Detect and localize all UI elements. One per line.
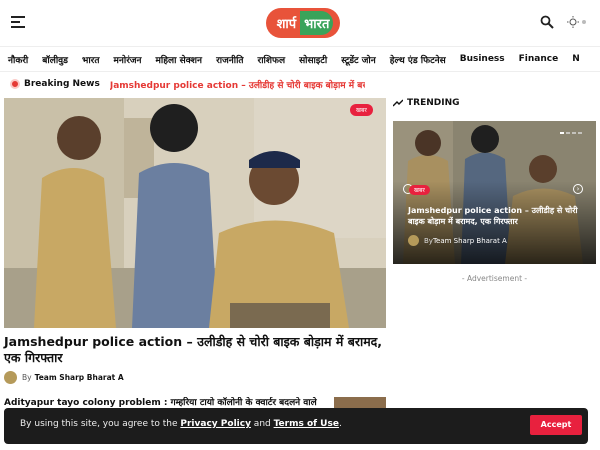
advertisement-label: - Advertisement -	[461, 274, 528, 283]
privacy-policy-link[interactable]: Privacy Policy	[180, 419, 251, 429]
nav-item[interactable]: हेल्थ एंड फिटनेस	[390, 53, 446, 66]
search-icon[interactable]	[540, 15, 554, 29]
nav-item[interactable]: नौकरी	[8, 53, 28, 66]
breaking-label: Breaking News	[24, 79, 100, 89]
hero-author: By Team Sharp Bharat A	[4, 371, 124, 384]
nav-item[interactable]: बॉलीवुड	[42, 53, 68, 66]
site-logo[interactable]: शार्प भारत	[266, 8, 340, 38]
trending-title-link[interactable]: Jamshedpur police action – उलीडीह से चोर…	[408, 205, 586, 227]
nav-item[interactable]: स्टूडेंट जोन	[341, 53, 376, 66]
cookie-text-and: and	[250, 419, 274, 429]
nav-item[interactable]: Business	[460, 54, 505, 64]
logo-right-text: भारत	[300, 11, 334, 35]
cookie-text-prefix: By using this site, you agree to the	[20, 419, 181, 429]
menu-icon[interactable]	[11, 16, 25, 28]
trending-label: TRENDING	[407, 98, 460, 108]
breaking-news-bar: Breaking News Jamshedpur police action –…	[10, 76, 365, 92]
hero-image[interactable]	[4, 98, 386, 328]
nav-item[interactable]: महिला सेक्शन	[156, 53, 203, 66]
author-prefix: By	[424, 236, 433, 245]
hero-title-link[interactable]: Jamshedpur police action – उलीडीह से चोर…	[4, 334, 388, 366]
terms-of-use-link[interactable]: Terms of Use	[274, 419, 339, 429]
nav-item[interactable]: राशिफल	[258, 53, 286, 66]
site-header: शार्प भारत	[0, 0, 600, 46]
avatar[interactable]	[4, 371, 17, 384]
cookie-message: By using this site, you agree to the Pri…	[20, 419, 342, 429]
nav-item[interactable]: N	[572, 54, 580, 64]
nav-item[interactable]: सोसाइटी	[299, 53, 327, 66]
logo-left-text: शार्प	[276, 17, 297, 32]
breaking-headline-link[interactable]: Jamshedpur police action – उलीडीह से चोर…	[110, 78, 365, 91]
author-name-link[interactable]: Team Sharp Bharat A	[35, 373, 124, 382]
trending-icon	[393, 99, 403, 107]
author-prefix: By	[22, 373, 32, 382]
theme-toggle-icon[interactable]	[566, 15, 588, 29]
author-name-link[interactable]: Team Sharp Bharat A	[433, 237, 507, 245]
cookie-consent-banner: By using this site, you agree to the Pri…	[4, 408, 588, 444]
carousel-dots[interactable]	[560, 132, 584, 134]
accept-button[interactable]: Accept	[530, 415, 582, 435]
trending-header: TRENDING	[393, 98, 460, 108]
nav-item[interactable]: भारत	[82, 53, 99, 66]
trending-category-badge[interactable]: खबर	[409, 185, 430, 195]
trending-author: By Team Sharp Bharat A	[408, 235, 507, 246]
nav-item[interactable]: राजनीति	[216, 53, 243, 66]
carousel-next-icon[interactable]: ›	[573, 184, 583, 194]
hero-category-badge[interactable]: खबर	[350, 104, 373, 116]
nav-item[interactable]: Finance	[519, 54, 559, 64]
category-nav: नौकरी बॉलीवुड भारत मनोरंजन महिला सेक्शन …	[0, 46, 600, 72]
live-dot-icon	[10, 79, 20, 89]
cookie-text-suffix: .	[338, 419, 342, 429]
nav-item[interactable]: मनोरंजन	[113, 53, 141, 66]
avatar[interactable]	[408, 235, 419, 246]
